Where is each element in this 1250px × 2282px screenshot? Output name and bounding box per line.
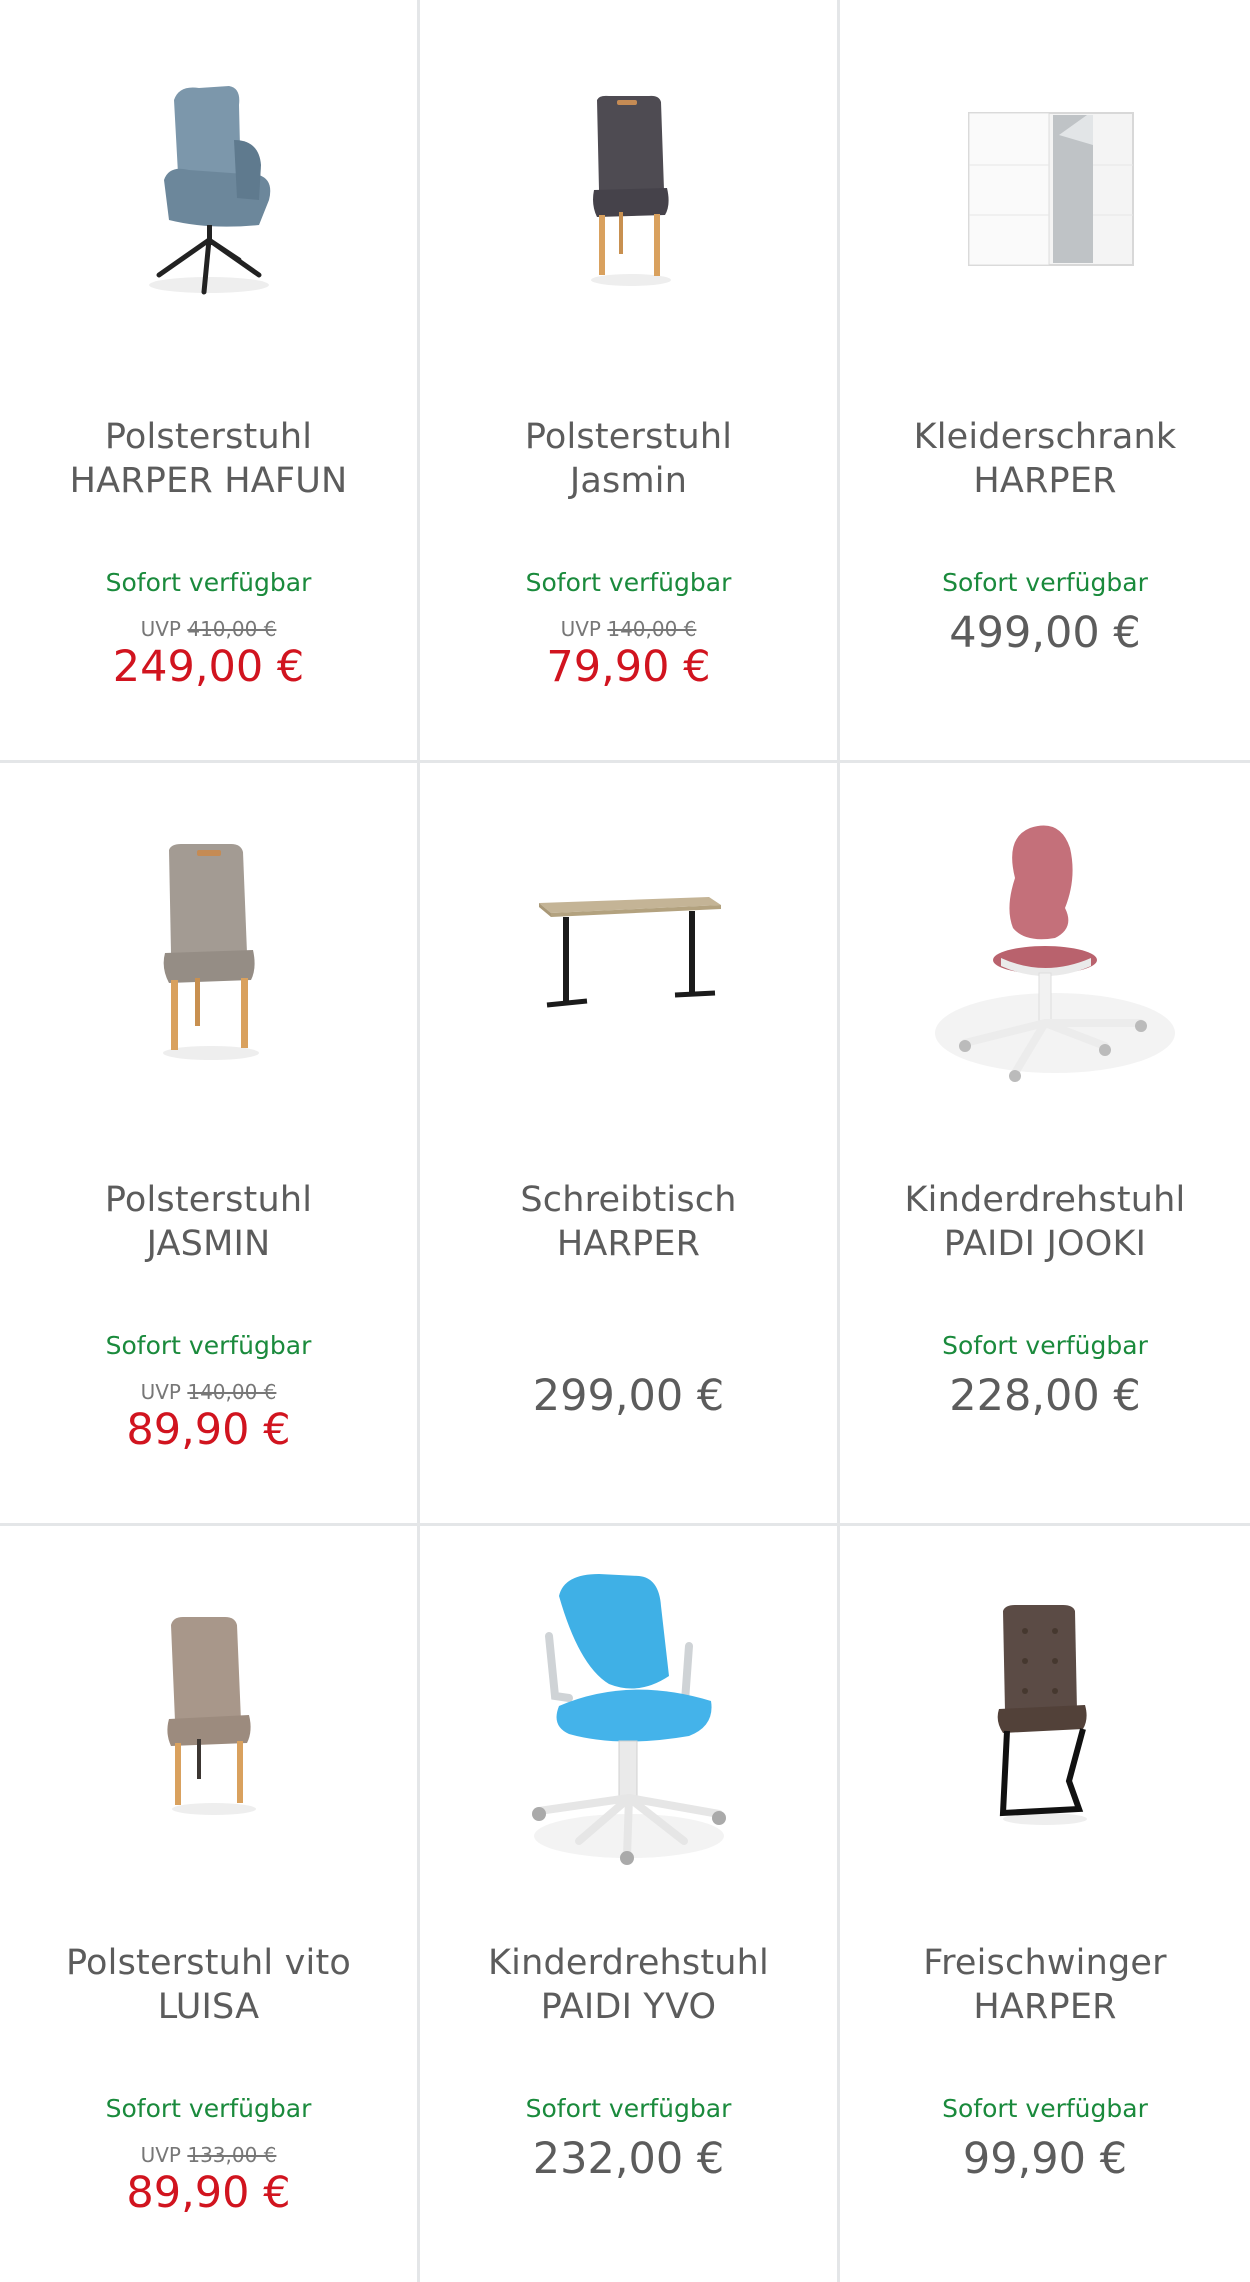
product-card-jasmin-taupe[interactable]: Polsterstuhl JASMIN Sofort verfügbar UVP…: [0, 763, 417, 1523]
product-name[interactable]: Kleiderschrank HARPER: [860, 415, 1230, 503]
price: 99,90 €: [962, 2134, 1128, 2184]
product-image[interactable]: [0, 40, 417, 340]
sale-price: 79,90 €: [546, 642, 711, 692]
wardrobe-white-mirror-icon: [968, 112, 1134, 266]
cantilever-chair-brown-icon: [997, 1605, 1087, 1825]
kids-swivel-chair-pink-icon: [935, 825, 1175, 1082]
product-image[interactable]: [420, 1566, 837, 1866]
price: 228,00 €: [949, 1371, 1141, 1421]
uvp-price: UVP 140,00 €: [560, 617, 697, 641]
dining-chair-taupe-icon: [162, 844, 259, 1060]
sale-price: 249,00 €: [112, 642, 305, 692]
sale-price: 89,90 €: [126, 2168, 291, 2218]
swivel-armchair-grey-icon: [148, 86, 270, 295]
product-name[interactable]: Freischwinger HARPER: [860, 1941, 1230, 2029]
product-card-harper-hafun[interactable]: Polsterstuhl HARPER HAFUN Sofort verfügb…: [0, 0, 417, 760]
availability-label: Sofort verfügbar: [105, 568, 312, 597]
availability-label: Sofort verfügbar: [942, 1331, 1148, 1360]
availability-label: Sofort verfügbar: [525, 568, 732, 597]
product-name[interactable]: Polsterstuhl vito LUISA: [20, 1941, 397, 2029]
price: 232,00 €: [532, 2134, 725, 2184]
product-card-freischwinger[interactable]: Freischwinger HARPER Sofort verfügbar 99…: [840, 1526, 1250, 2282]
product-name[interactable]: Kinderdrehstuhl PAIDI JOOKI: [860, 1178, 1230, 1266]
sale-price: 89,90 €: [126, 1405, 291, 1455]
product-name[interactable]: Polsterstuhl JASMIN: [20, 1178, 397, 1266]
product-image[interactable]: [840, 1566, 1250, 1866]
product-card-kleiderschrank[interactable]: Kleiderschrank HARPER Sofort verfügbar 4…: [840, 0, 1250, 760]
standing-desk-oak-icon: [538, 897, 721, 1008]
price: 499,00 €: [949, 608, 1141, 658]
product-card-schreibtisch[interactable]: Schreibtisch HARPER 299,00 €: [420, 763, 837, 1523]
uvp-price: UVP 140,00 €: [140, 1380, 277, 1404]
availability-label: Sofort verfügbar: [105, 2094, 312, 2123]
product-image[interactable]: [840, 803, 1250, 1103]
product-name[interactable]: Kinderdrehstuhl PAIDI YVO: [440, 1941, 817, 2029]
product-image[interactable]: [420, 40, 837, 340]
product-image[interactable]: [0, 803, 417, 1103]
product-card-paidi-jooki[interactable]: Kinderdrehstuhl PAIDI JOOKI Sofort verfü…: [840, 763, 1250, 1523]
uvp-price: UVP 133,00 €: [140, 2143, 277, 2167]
dining-chair-beige-icon: [166, 1617, 256, 1815]
price: 299,00 €: [532, 1371, 725, 1421]
product-card-jasmin[interactable]: Polsterstuhl Jasmin Sofort verfügbar UVP…: [420, 0, 837, 760]
product-grid: Polsterstuhl HARPER HAFUN Sofort verfügb…: [0, 0, 1250, 2282]
product-image[interactable]: [840, 40, 1250, 340]
product-name[interactable]: Polsterstuhl HARPER HAFUN: [20, 415, 397, 503]
kids-swivel-chair-blue-icon: [531, 1574, 726, 1865]
dining-chair-anthracite-icon: [590, 95, 671, 286]
product-card-luisa[interactable]: Polsterstuhl vito LUISA Sofort verfügbar…: [0, 1526, 417, 2282]
product-name[interactable]: Schreibtisch HARPER: [440, 1178, 817, 1266]
product-name[interactable]: Polsterstuhl Jasmin: [440, 415, 817, 503]
availability-label: Sofort verfügbar: [525, 2094, 732, 2123]
product-image[interactable]: [0, 1566, 417, 1866]
availability-label: Sofort verfügbar: [942, 2094, 1148, 2123]
availability-label: Sofort verfügbar: [942, 568, 1148, 597]
product-card-paidi-yvo[interactable]: Kinderdrehstuhl PAIDI YVO Sofort verfügb…: [420, 1526, 837, 2282]
uvp-price: UVP 410,00 €: [140, 617, 277, 641]
availability-label: Sofort verfügbar: [105, 1331, 312, 1360]
product-image[interactable]: [420, 803, 837, 1103]
